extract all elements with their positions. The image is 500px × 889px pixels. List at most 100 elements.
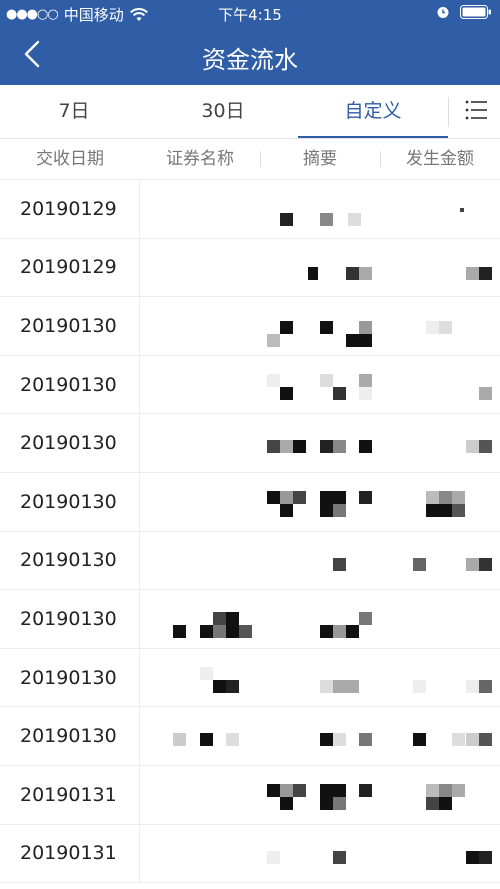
column-header-amount[interactable]: 发生金额 — [380, 139, 500, 179]
row-date: 20190130 — [0, 355, 140, 414]
table-row[interactable]: 20190129 — [0, 180, 500, 239]
redacted-block — [359, 783, 372, 797]
redacted-block — [320, 373, 333, 387]
redacted-block — [320, 503, 333, 517]
table-row[interactable]: 20190129 — [0, 238, 500, 298]
redacted-block — [413, 679, 426, 693]
row-amount — [380, 532, 500, 590]
redacted-block — [213, 625, 226, 639]
row-security-name — [140, 356, 260, 414]
row-security-name — [140, 649, 260, 707]
redacted-block — [267, 783, 280, 797]
row-date: 20190130 — [0, 472, 140, 531]
row-amount — [380, 766, 500, 824]
row-date: 20190130 — [0, 297, 140, 355]
tab-30-days[interactable]: 30日 — [148, 85, 298, 138]
redacted-block — [333, 679, 359, 693]
redacted-block — [466, 557, 479, 571]
redacted-block — [308, 266, 318, 280]
status-bar: ●●●○○ 中国移动 下午4:15 — [0, 0, 500, 28]
redacted-block — [333, 440, 346, 454]
row-amount — [380, 180, 500, 238]
redacted-block — [320, 321, 333, 335]
table-row[interactable]: 20190130 — [0, 355, 500, 415]
row-amount — [380, 297, 500, 355]
row-security-name — [140, 766, 260, 824]
column-header-summary[interactable]: 摘要 — [260, 139, 380, 179]
redacted-block — [226, 733, 239, 747]
redacted-block — [213, 679, 226, 693]
transaction-list: 20190129 20190129 20190130 20190130 2019… — [0, 180, 500, 884]
row-security-name — [140, 590, 260, 648]
table-row[interactable]: 20190130 — [0, 531, 500, 591]
row-security-name — [140, 825, 260, 883]
redacted-block — [200, 666, 213, 680]
redacted-block — [213, 612, 226, 626]
row-summary — [260, 414, 380, 472]
redacted-block — [452, 783, 465, 797]
row-summary — [260, 649, 380, 707]
redacted-block — [348, 213, 361, 226]
redacted-block — [359, 612, 372, 626]
redacted-block — [359, 733, 372, 747]
redacted-block — [320, 440, 333, 454]
redacted-block — [479, 557, 492, 571]
redacted-block — [200, 625, 213, 639]
row-summary — [260, 239, 380, 297]
row-security-name — [140, 473, 260, 531]
row-date: 20190130 — [0, 590, 140, 648]
redacted-block — [439, 321, 452, 335]
redacted-block — [293, 490, 306, 504]
row-amount — [380, 707, 500, 765]
redacted-block — [439, 490, 452, 504]
row-summary — [260, 473, 380, 531]
redacted-block — [466, 679, 479, 693]
redacted-block — [293, 440, 306, 454]
redacted-block — [226, 612, 239, 626]
row-summary — [260, 180, 380, 238]
redacted-block — [452, 733, 465, 747]
status-right — [436, 5, 492, 19]
row-amount — [380, 590, 500, 648]
column-header-date[interactable]: 交收日期 — [0, 139, 140, 179]
redacted-block — [280, 321, 293, 335]
row-security-name — [140, 297, 260, 355]
table-row[interactable]: 20190130 — [0, 297, 500, 356]
tab-custom[interactable]: 自定义 — [298, 85, 448, 138]
redacted-block — [359, 440, 372, 454]
redacted-block — [413, 733, 426, 747]
column-header-security-name[interactable]: 证券名称 — [140, 139, 260, 179]
redacted-block — [359, 266, 372, 280]
table-row[interactable]: 20190131 — [0, 824, 500, 884]
redacted-block — [280, 503, 293, 517]
row-date: 20190130 — [0, 531, 140, 590]
table-row[interactable]: 20190130 — [0, 414, 500, 473]
row-amount — [380, 239, 500, 297]
redacted-block — [452, 490, 465, 504]
alarm-icon — [436, 5, 450, 19]
period-tabs: 7日 30日 自定义 — [0, 85, 500, 139]
redacted-block — [426, 783, 439, 797]
tab-7-days[interactable]: 7日 — [0, 85, 148, 138]
nav-bar: 资金流水 — [0, 28, 500, 85]
menu-button[interactable] — [452, 85, 500, 138]
table-row[interactable]: 20190130 — [0, 707, 500, 766]
row-amount — [380, 414, 500, 472]
row-amount — [380, 473, 500, 531]
redacted-block — [200, 733, 213, 747]
table-row[interactable]: 20190130 — [0, 472, 500, 532]
redacted-block — [239, 625, 252, 639]
redacted-block — [479, 266, 492, 280]
redacted-block — [426, 490, 439, 504]
table-row[interactable]: 20190131 — [0, 765, 500, 825]
redacted-block — [439, 796, 452, 810]
row-security-name — [140, 180, 260, 238]
redacted-block — [359, 490, 372, 504]
table-row[interactable]: 20190130 — [0, 648, 500, 708]
redacted-block — [320, 625, 333, 639]
redacted-block — [333, 557, 346, 571]
row-summary — [260, 297, 380, 355]
table-row[interactable]: 20190130 — [0, 590, 500, 649]
status-time: 下午4:15 — [218, 6, 282, 24]
redacted-block — [280, 490, 293, 504]
